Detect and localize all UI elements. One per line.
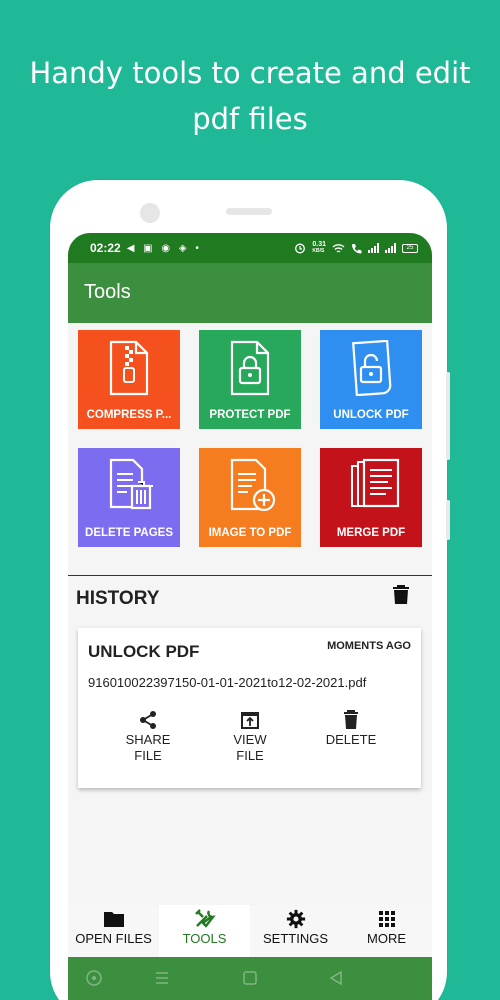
share-icon bbox=[140, 711, 156, 729]
folder-icon bbox=[103, 912, 124, 927]
tool-merge-pdf[interactable]: MERGE PDF bbox=[320, 448, 422, 547]
lock-file-icon bbox=[230, 340, 270, 396]
promo-headline: Handy tools to create and edit pdf files bbox=[0, 50, 500, 142]
system-navigation-bar bbox=[68, 957, 432, 1000]
nav-open-files[interactable]: OPEN FILES bbox=[68, 905, 159, 957]
clear-history-button[interactable] bbox=[392, 585, 410, 610]
signal-2-icon bbox=[385, 243, 396, 253]
home-icon[interactable] bbox=[241, 969, 259, 987]
share-label-line2: FILE bbox=[134, 748, 162, 763]
delete-file-button[interactable]: DELETE bbox=[311, 710, 391, 748]
open-external-icon bbox=[241, 712, 259, 729]
history-card-filename: 916010022397150-01-01-2021to12-02-2021.p… bbox=[88, 675, 367, 690]
view-label-line2: FILE bbox=[236, 748, 264, 763]
nav-label: MORE bbox=[367, 931, 406, 946]
view-label-line1: VIEW bbox=[233, 732, 267, 747]
nav-label: OPEN FILES bbox=[75, 931, 152, 946]
tool-label: IMAGE TO PDF bbox=[208, 527, 292, 539]
nav-settings[interactable]: SETTINGS bbox=[250, 905, 341, 957]
tool-label: MERGE PDF bbox=[336, 527, 406, 539]
status-bar: 02:22 ◀ ▣ ◉ ◈ • 0.31 KB/S 25 bbox=[68, 233, 432, 263]
history-card-time: MOMENTS AGO bbox=[327, 640, 411, 652]
tool-image-to-pdf[interactable]: IMAGE TO PDF bbox=[199, 448, 301, 547]
assistant-icon[interactable] bbox=[85, 969, 103, 987]
promo-line-1: Handy tools to create and edit bbox=[29, 56, 471, 90]
app-bar: Tools bbox=[68, 263, 432, 323]
history-card-title: UNLOCK PDF bbox=[88, 642, 200, 661]
earpiece-speaker bbox=[226, 208, 272, 215]
add-file-icon bbox=[230, 458, 276, 512]
signal-1-icon bbox=[368, 243, 379, 253]
net-speed-unit: KB/S bbox=[312, 248, 325, 254]
promo-line-2: pdf files bbox=[192, 102, 308, 136]
share-label-line1: SHARE bbox=[125, 732, 171, 747]
merge-files-icon bbox=[351, 458, 400, 508]
tool-unlock-pdf[interactable]: UNLOCK PDF bbox=[320, 330, 422, 429]
gear-icon bbox=[286, 909, 305, 929]
back-icon[interactable] bbox=[327, 969, 345, 987]
phone-side-button bbox=[446, 500, 450, 540]
unlock-file-icon bbox=[352, 340, 392, 396]
tool-protect-pdf[interactable]: PROTECT PDF bbox=[199, 330, 301, 429]
status-time: 02:22 bbox=[90, 241, 121, 255]
tools-icon bbox=[194, 909, 216, 928]
trash-icon bbox=[344, 710, 358, 729]
net-speed-value: 0.31 bbox=[312, 241, 326, 248]
tool-label: DELETE PAGES bbox=[85, 527, 173, 539]
tool-label: UNLOCK PDF bbox=[333, 409, 409, 421]
call-icon bbox=[352, 243, 362, 253]
status-right: 0.31 KB/S 25 bbox=[294, 241, 418, 255]
history-title: HISTORY bbox=[76, 588, 160, 609]
trash-icon bbox=[393, 585, 409, 604]
bottom-navigation: OPEN FILES TOOLS SETTINGS MORE bbox=[68, 905, 432, 957]
tool-delete-pages[interactable]: DELETE PAGES bbox=[78, 448, 180, 547]
nav-more[interactable]: MORE bbox=[341, 905, 432, 957]
app-screen: 02:22 ◀ ▣ ◉ ◈ • 0.31 KB/S 25 Tools COMPR… bbox=[68, 233, 432, 1000]
nav-tools[interactable]: TOOLS bbox=[159, 905, 250, 957]
grid-icon bbox=[378, 911, 395, 927]
page-title: Tools bbox=[84, 281, 131, 303]
delete-pages-icon bbox=[109, 458, 153, 510]
menu-icon[interactable] bbox=[153, 969, 171, 987]
delete-label: DELETE bbox=[325, 732, 377, 747]
tool-compress-pdf[interactable]: COMPRESS P... bbox=[78, 330, 180, 429]
zip-file-icon bbox=[109, 340, 149, 396]
notification-icons: ◀ ▣ ◉ ◈ • bbox=[126, 242, 202, 254]
tool-label: COMPRESS P... bbox=[86, 409, 172, 421]
nav-label: TOOLS bbox=[182, 931, 227, 946]
nav-label: SETTINGS bbox=[262, 931, 328, 946]
section-divider bbox=[68, 575, 432, 576]
alarm-icon bbox=[295, 243, 306, 254]
net-speed: 0.31 KB/S bbox=[312, 241, 326, 255]
battery-icon: 25 bbox=[402, 243, 418, 253]
front-camera bbox=[140, 203, 160, 223]
view-file-button[interactable]: VIEW FILE bbox=[210, 710, 290, 764]
history-card[interactable]: UNLOCK PDF MOMENTS AGO 916010022397150-0… bbox=[78, 628, 421, 788]
wifi-icon bbox=[332, 243, 345, 253]
tool-label: PROTECT PDF bbox=[209, 409, 291, 421]
phone-side-button bbox=[446, 372, 450, 460]
share-file-button[interactable]: SHARE FILE bbox=[108, 710, 188, 764]
